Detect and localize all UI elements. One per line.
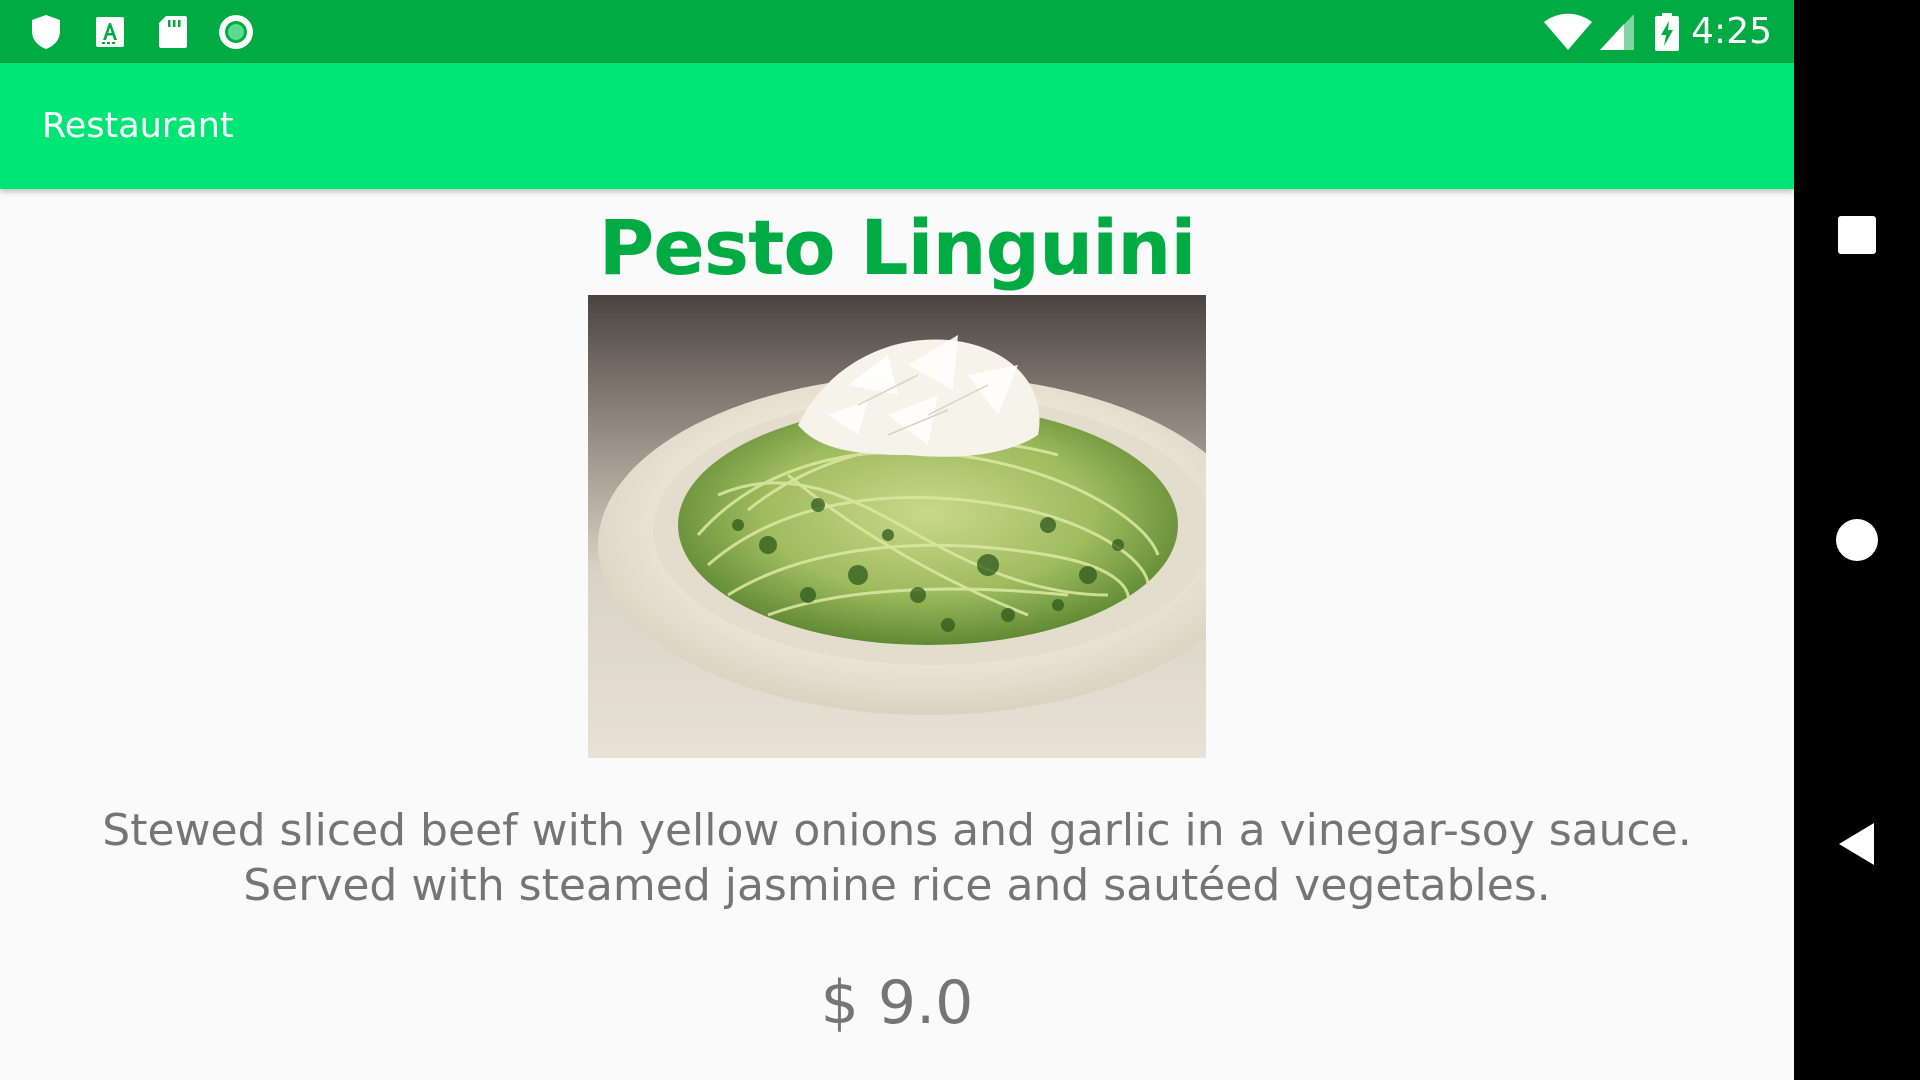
- sd-card-icon: [153, 12, 193, 52]
- signal-icon: [1598, 12, 1638, 52]
- record-icon: [216, 12, 256, 52]
- battery-charging-icon: [1652, 12, 1682, 52]
- dish-title: Pesto Linguini: [598, 203, 1197, 292]
- dish-price: $ 9.0: [820, 968, 974, 1038]
- dish-detail: Pesto Linguini Stewed sliced beef with y…: [0, 189, 1794, 1080]
- app-screen: 4:25 Restaurant Pesto Linguini Stewed sl…: [0, 0, 1794, 1080]
- text-a-icon: [90, 12, 130, 52]
- circle-icon: [1836, 519, 1878, 561]
- back-button[interactable]: [1827, 814, 1887, 874]
- dish-photo: [588, 295, 1206, 758]
- app-bar: Restaurant: [0, 63, 1794, 189]
- home-button[interactable]: [1827, 510, 1887, 570]
- dish-description: Stewed sliced beef with yellow onions an…: [102, 805, 1692, 911]
- wifi-icon: [1542, 12, 1594, 52]
- square-icon: [1838, 216, 1876, 254]
- navigation-bar: [1794, 0, 1920, 1080]
- triangle-back-icon: [1839, 823, 1874, 865]
- recents-button[interactable]: [1827, 205, 1887, 265]
- clock-time: 4:25: [1691, 11, 1772, 52]
- status-bar: 4:25: [0, 0, 1794, 63]
- app-title: Restaurant: [42, 106, 234, 146]
- shield-icon: [26, 12, 66, 52]
